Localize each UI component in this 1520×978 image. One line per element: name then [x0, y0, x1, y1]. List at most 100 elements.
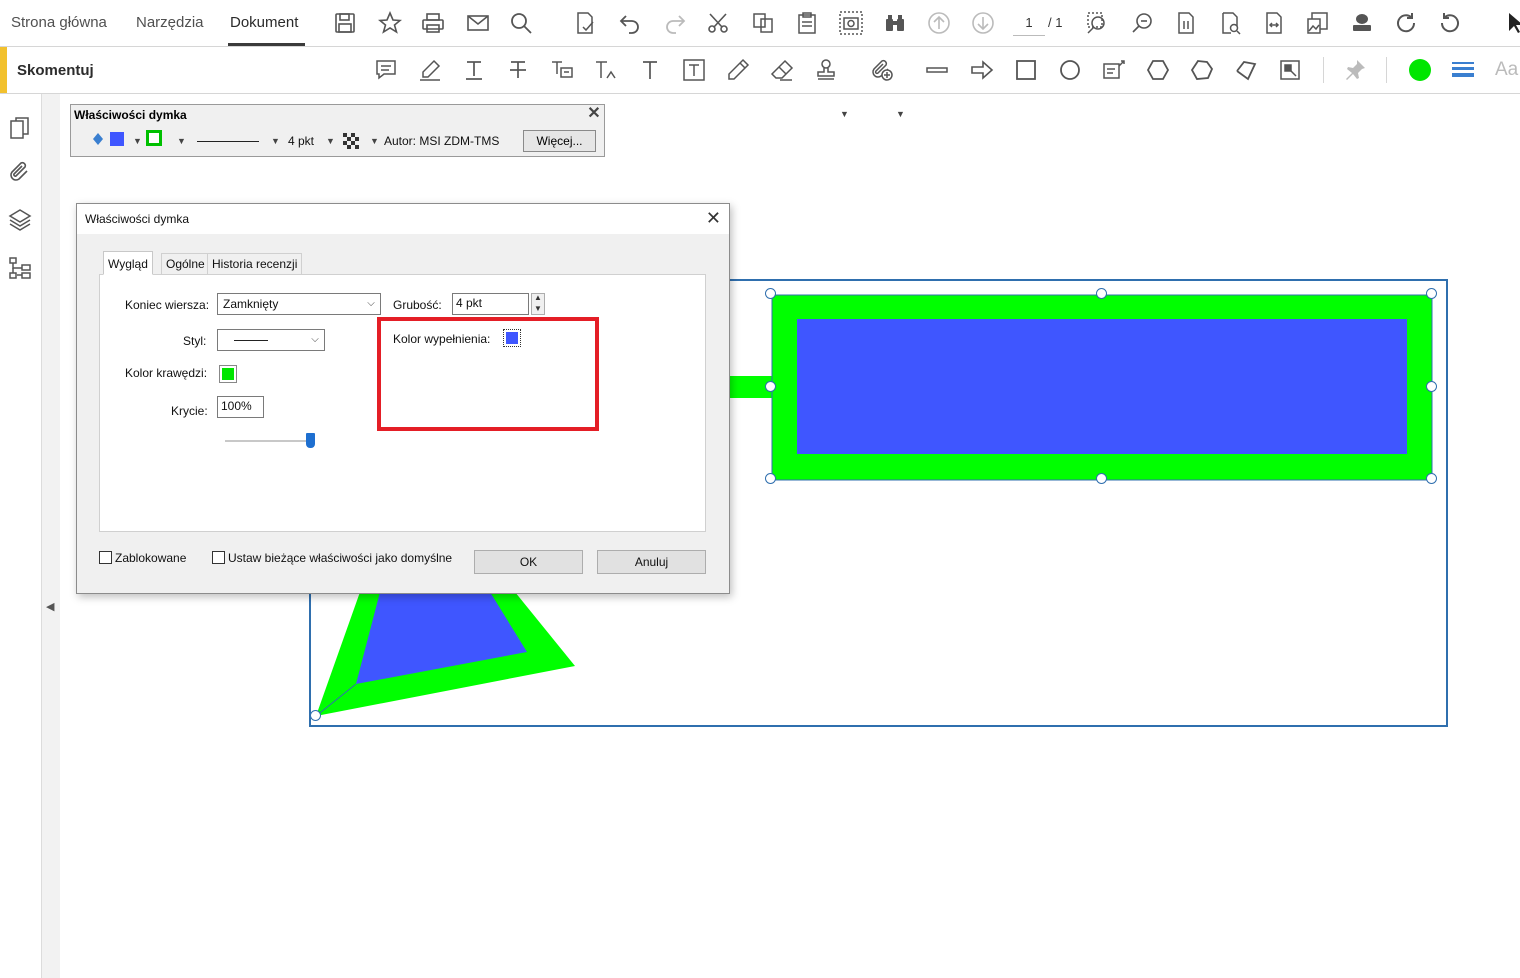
stamp-icon[interactable]: [814, 58, 838, 82]
bookmark-star-icon[interactable]: [377, 10, 403, 35]
opacity-input[interactable]: 100%: [217, 396, 264, 418]
opacity-slider-thumb[interactable]: [306, 433, 315, 448]
tab-general[interactable]: Ogólne: [161, 253, 210, 274]
strikethrough-text-icon[interactable]: [506, 58, 530, 82]
model-tree-icon[interactable]: [8, 256, 32, 280]
add-text-icon[interactable]: [638, 58, 662, 82]
insert-text-icon[interactable]: [594, 58, 618, 82]
attach-file-icon[interactable]: [870, 58, 894, 82]
undo-icon[interactable]: [618, 11, 642, 35]
resize-handle[interactable]: [765, 473, 776, 484]
next-page-icon[interactable]: [971, 11, 995, 35]
line-width-icon[interactable]: [1451, 58, 1475, 82]
tab-home[interactable]: Strona główna: [11, 14, 107, 31]
polyline-tool-icon[interactable]: [1234, 58, 1258, 82]
resize-handle[interactable]: [1096, 288, 1107, 299]
page-display-icon[interactable]: [1174, 11, 1198, 35]
cloud-tool-icon[interactable]: [1190, 58, 1214, 82]
attach-dropdown-icon[interactable]: ▼: [896, 109, 905, 119]
resize-handle[interactable]: [1096, 473, 1107, 484]
select-cursor-icon[interactable]: [1505, 11, 1520, 35]
sign-document-icon[interactable]: [573, 11, 597, 35]
tab-tools[interactable]: Narzędzia: [136, 14, 204, 31]
spin-down-icon[interactable]: ▼: [534, 304, 542, 313]
thickness-spinner[interactable]: ▲ ▼: [531, 293, 545, 315]
resize-handle[interactable]: [1426, 381, 1437, 392]
resize-handle[interactable]: [765, 288, 776, 299]
polygon-tool-icon[interactable]: [1146, 58, 1170, 82]
stamp-tool-icon[interactable]: [1350, 11, 1374, 35]
replace-text-icon[interactable]: [550, 58, 574, 82]
redo-icon[interactable]: [663, 11, 687, 35]
copy-icon[interactable]: [751, 11, 775, 35]
rotate-clockwise-icon[interactable]: [1394, 11, 1418, 35]
line-thickness-label[interactable]: 4 pkt: [288, 134, 314, 148]
opacity-dropdown-icon[interactable]: ▼: [370, 136, 379, 146]
oval-tool-icon[interactable]: [1058, 58, 1082, 82]
tab-appearance[interactable]: Wygląd: [103, 251, 153, 275]
opacity-icon[interactable]: [343, 133, 359, 149]
ok-button[interactable]: OK: [474, 550, 583, 574]
cut-icon[interactable]: [706, 11, 730, 35]
rotate-counterclockwise-icon[interactable]: [1438, 11, 1462, 35]
search-icon[interactable]: [509, 11, 533, 35]
resize-handle[interactable]: [1426, 288, 1437, 299]
search-document-icon[interactable]: [1218, 11, 1242, 35]
style-select[interactable]: ⌵: [217, 329, 325, 351]
save-icon[interactable]: [333, 11, 357, 35]
snapshot-icon[interactable]: [839, 11, 863, 35]
marquee-zoom-icon[interactable]: [1086, 11, 1110, 35]
sticky-note-icon[interactable]: [374, 58, 398, 82]
border-color-icon[interactable]: [146, 130, 164, 148]
tab-document[interactable]: Dokument: [230, 14, 298, 31]
close-icon[interactable]: ✕: [586, 106, 602, 122]
pencil-icon[interactable]: [726, 58, 750, 82]
underline-text-icon[interactable]: [462, 58, 486, 82]
paste-icon[interactable]: [795, 11, 819, 35]
email-icon[interactable]: [466, 11, 490, 35]
spin-up-icon[interactable]: ▲: [534, 293, 542, 302]
page-number-input[interactable]: 1: [1013, 12, 1045, 36]
layers-icon[interactable]: [8, 208, 32, 232]
thickness-dropdown-icon[interactable]: ▼: [326, 136, 335, 146]
text-field-icon[interactable]: [1278, 58, 1302, 82]
fit-width-icon[interactable]: [1262, 11, 1286, 35]
collapse-pane-icon[interactable]: ◀: [46, 600, 54, 613]
arrow-tool-icon[interactable]: [970, 58, 994, 82]
highlight-text-icon[interactable]: [418, 58, 442, 82]
eraser-icon[interactable]: [770, 58, 794, 82]
more-button[interactable]: Więcej...: [523, 130, 596, 152]
locked-checkbox[interactable]: [99, 551, 112, 564]
thickness-input[interactable]: 4 pkt: [452, 293, 529, 315]
attachments-icon[interactable]: [8, 161, 32, 185]
close-icon[interactable]: ✕: [706, 208, 721, 229]
find-binoculars-icon[interactable]: [883, 11, 907, 35]
cancel-button[interactable]: Anuluj: [597, 550, 706, 574]
line-style-dropdown-icon[interactable]: ▼: [271, 136, 280, 146]
tab-review-history[interactable]: Historia recenzji: [207, 253, 303, 274]
resize-handle[interactable]: [1426, 473, 1437, 484]
color-picker-icon[interactable]: [1408, 58, 1432, 82]
fill-color-dropdown-icon[interactable]: ▼: [133, 136, 142, 146]
font-style-icon[interactable]: Aa: [1495, 59, 1518, 81]
stamp-dropdown-icon[interactable]: ▼: [840, 109, 849, 119]
border-color-swatch[interactable]: [219, 365, 237, 383]
line-style-icon[interactable]: [197, 141, 259, 142]
line-tool-icon[interactable]: [925, 58, 949, 82]
page-thumbnails-icon[interactable]: [8, 116, 32, 140]
line-end-select[interactable]: Zamknięty ⌵: [217, 293, 381, 315]
fill-color-icon[interactable]: [90, 130, 130, 148]
pin-icon[interactable]: [1343, 58, 1367, 82]
rectangle-tool-icon[interactable]: [1014, 58, 1038, 82]
border-color-dropdown-icon[interactable]: ▼: [177, 136, 186, 146]
set-default-checkbox[interactable]: [212, 551, 225, 564]
previous-page-icon[interactable]: [927, 11, 951, 35]
print-icon[interactable]: [421, 11, 445, 35]
opacity-slider-track[interactable]: [225, 440, 310, 442]
zoom-icon[interactable]: [1131, 11, 1155, 35]
resize-handle[interactable]: [310, 710, 321, 721]
resize-handle[interactable]: [765, 381, 776, 392]
image-document-icon[interactable]: [1306, 11, 1330, 35]
text-box-icon[interactable]: [682, 58, 706, 82]
callout-tool-icon[interactable]: [1102, 58, 1126, 82]
